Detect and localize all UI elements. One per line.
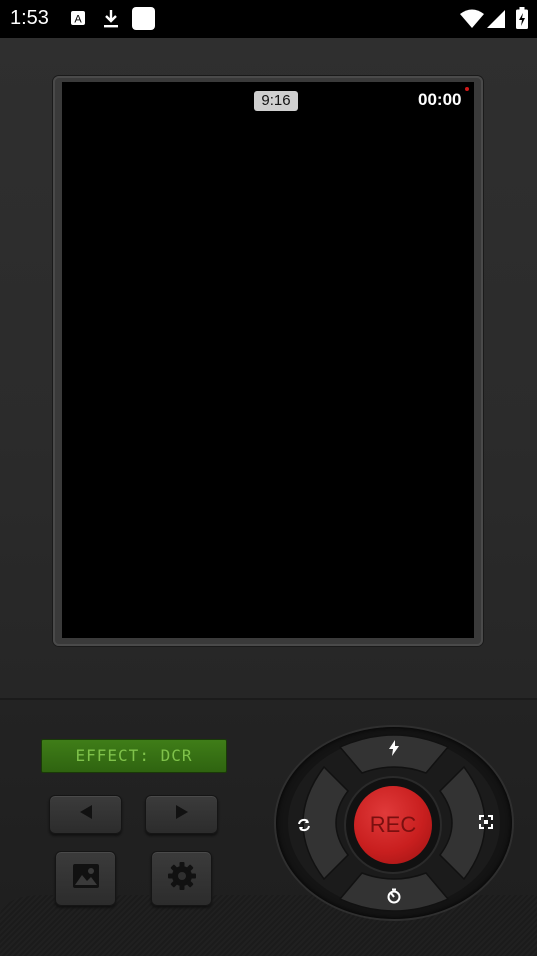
settings-button[interactable]: [151, 851, 212, 906]
triangle-left-icon: [78, 804, 94, 825]
next-effect-button[interactable]: [145, 795, 218, 834]
camera-preview[interactable]: [62, 82, 474, 638]
recording-indicator-dot: [465, 87, 469, 91]
previous-effect-button[interactable]: [49, 795, 122, 834]
flash-icon: [388, 740, 400, 761]
gallery-button[interactable]: [55, 851, 116, 906]
status-time: 1:53: [10, 7, 49, 29]
status-bar: 1:53 A: [0, 0, 537, 38]
fullscreen-icon: [479, 815, 493, 834]
record-button-label: REC: [369, 812, 417, 837]
switch-camera-icon: [297, 818, 311, 837]
timer-icon: [386, 888, 402, 909]
image-icon: [72, 863, 100, 894]
wifi-icon: [460, 9, 484, 34]
svg-text:A: A: [74, 14, 82, 26]
signal-icon: [486, 9, 506, 34]
a-icon: A: [70, 10, 86, 31]
battery-charging-icon: [516, 7, 528, 34]
triangle-right-icon: [174, 804, 190, 825]
record-timer: 00:00: [418, 90, 462, 109]
record-button[interactable]: REC: [354, 786, 432, 864]
aspect-ratio-badge[interactable]: 9:16: [254, 91, 298, 111]
app-square-icon: [132, 7, 155, 35]
download-icon: [102, 9, 120, 34]
effect-display: EFFECT: DCR: [41, 739, 227, 773]
gear-icon: [167, 861, 197, 896]
